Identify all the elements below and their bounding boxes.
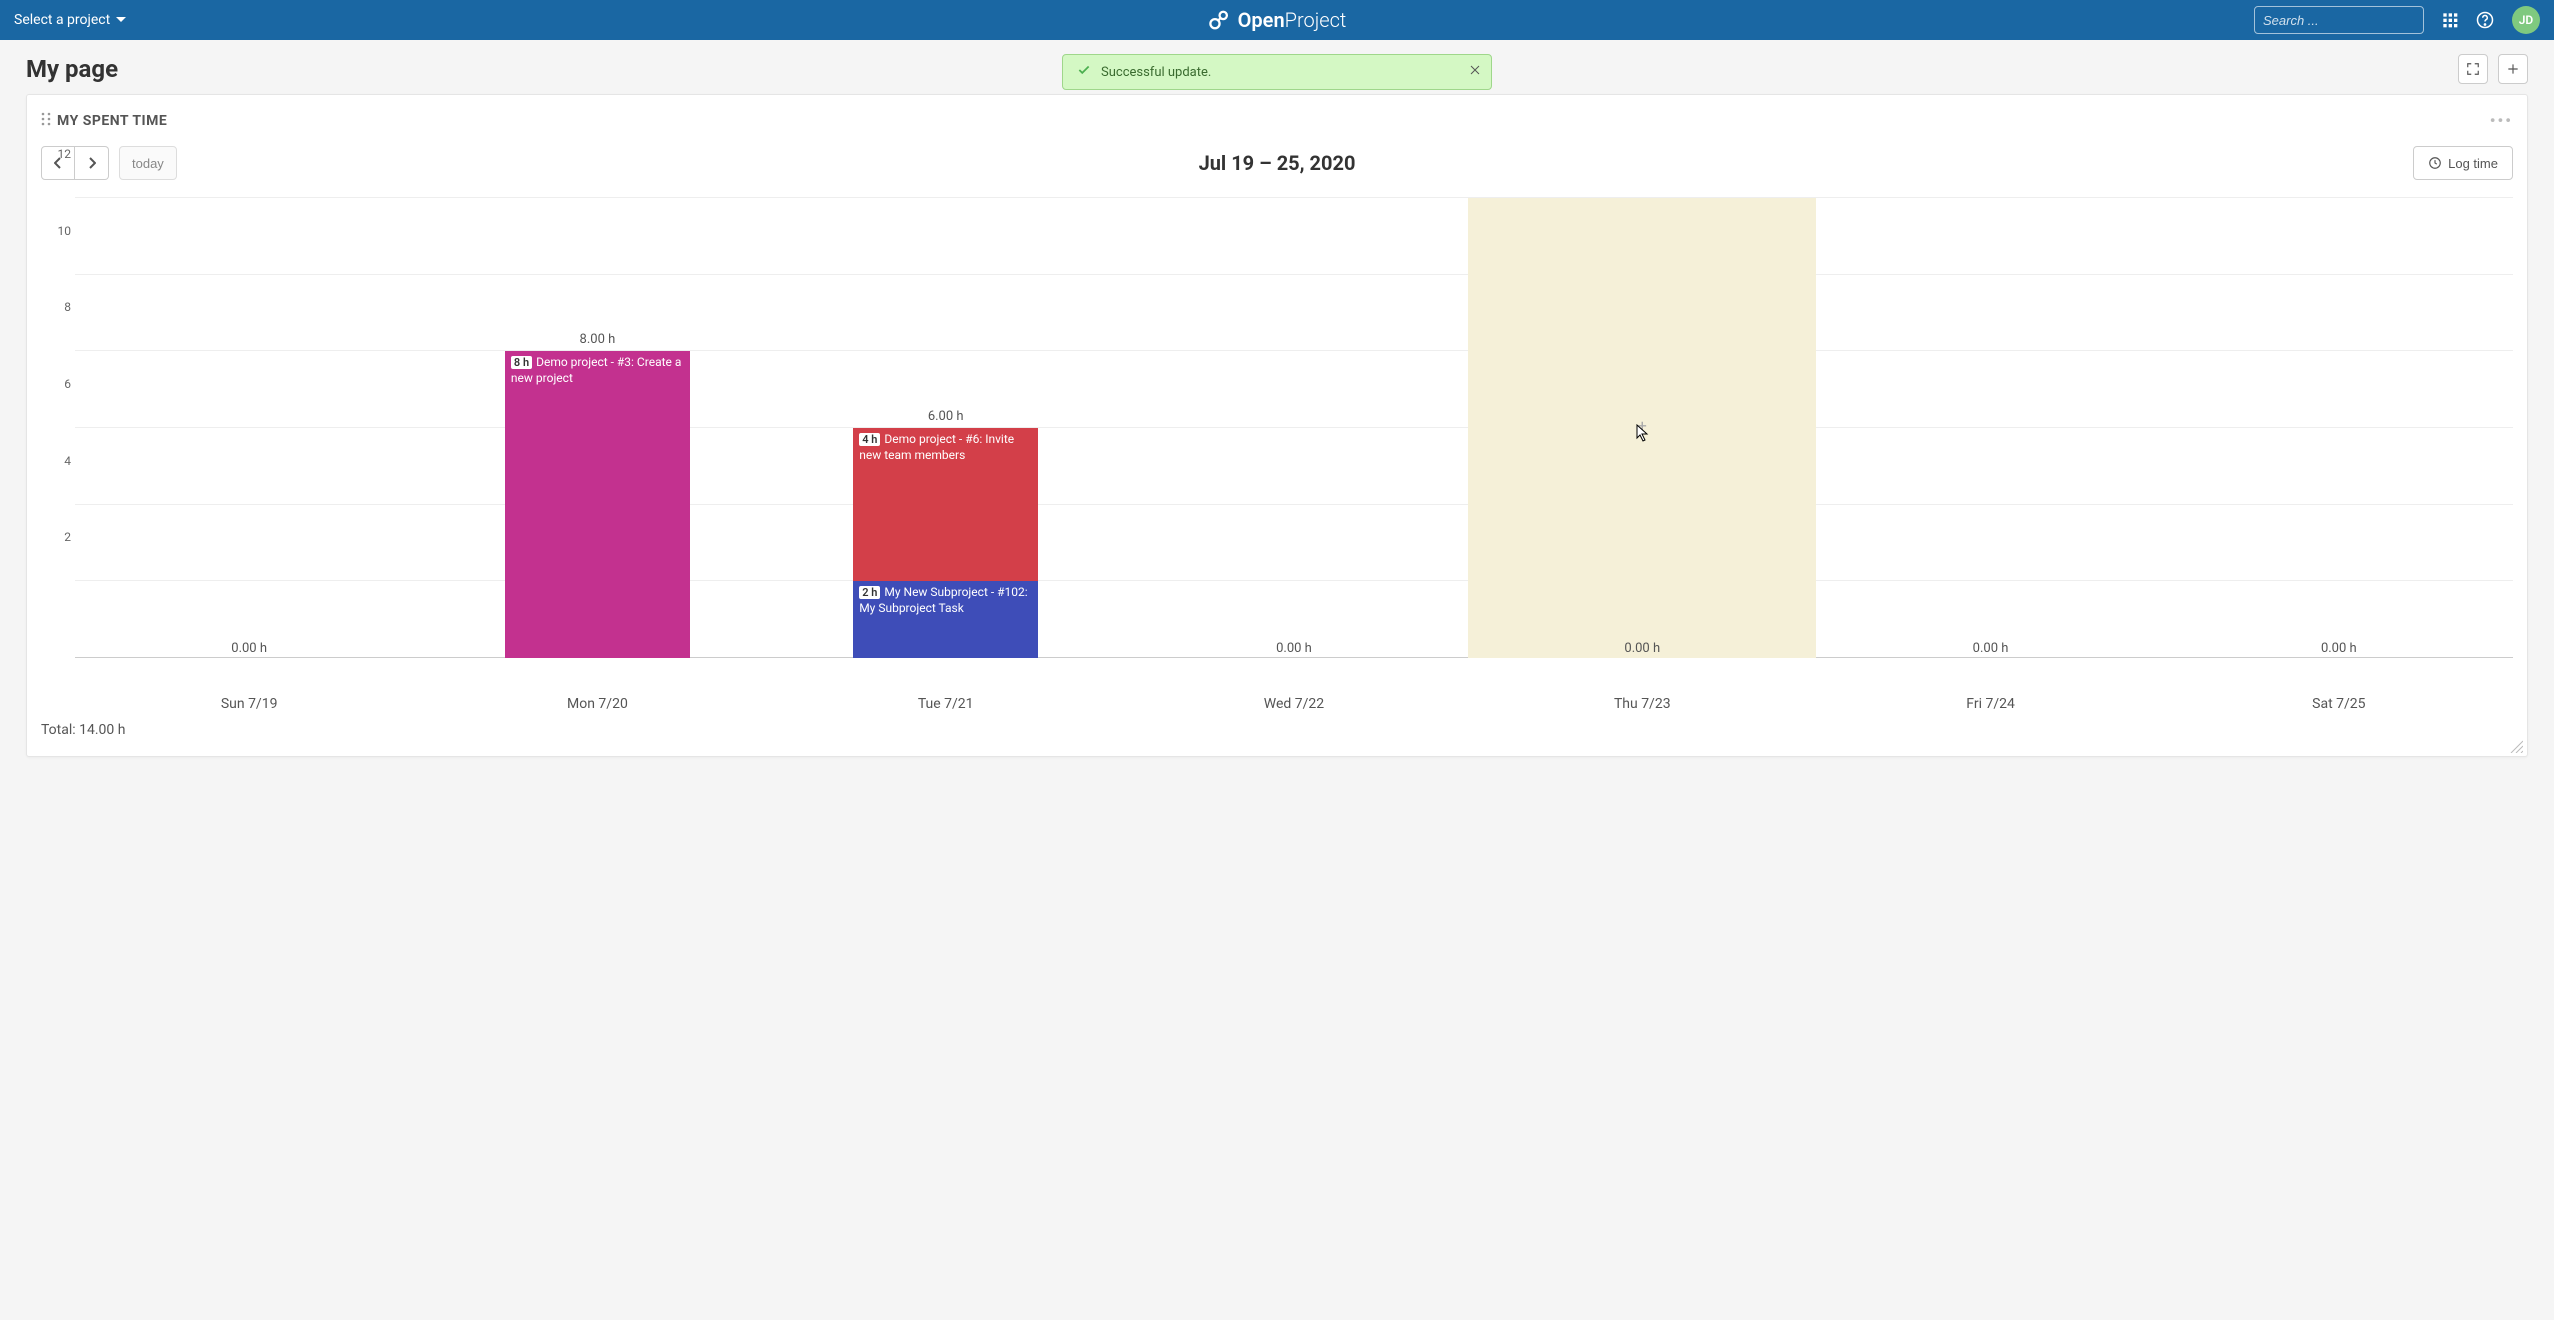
drag-handle-icon[interactable]	[41, 112, 51, 130]
bar-stack: 8 hDemo project - #3: Create a new proje…	[505, 351, 690, 658]
x-label: Sat 7/25	[2165, 696, 2513, 712]
day-total: 0.00 h	[2165, 641, 2513, 656]
y-tick: 10	[58, 224, 72, 238]
widget-title: MY SPENT TIME	[41, 112, 167, 130]
today-button[interactable]: today	[119, 146, 177, 180]
day-total: 6.00 h	[772, 409, 1120, 424]
page-header: My page Successful update.	[0, 40, 2554, 94]
close-icon[interactable]	[1469, 64, 1481, 80]
day-column[interactable]: 0.00 hWed 7/22	[1120, 198, 1468, 688]
day-column[interactable]: +0.00 hThu 7/23	[1468, 198, 1816, 688]
spent-time-chart: 246810120.00 hSun 7/198 hDemo project - …	[41, 198, 2513, 688]
bar-segment[interactable]: 8 hDemo project - #3: Create a new proje…	[505, 351, 690, 658]
day-column[interactable]: 0.00 hSun 7/19	[75, 198, 423, 688]
toast-success: Successful update.	[1062, 54, 1492, 90]
day-total: 0.00 h	[1468, 641, 1816, 656]
segment-hours: 8 h	[511, 356, 532, 369]
y-tick: 6	[64, 377, 71, 391]
y-tick: 12	[58, 147, 72, 161]
brand-icon	[1208, 9, 1230, 31]
y-tick: 2	[64, 530, 71, 544]
search-input[interactable]	[2263, 13, 2441, 28]
avatar-initials: JD	[2519, 13, 2534, 27]
log-time-button[interactable]: Log time	[2413, 146, 2513, 180]
day-column[interactable]: 8 hDemo project - #3: Create a new proje…	[423, 198, 771, 688]
widget-my-spent-time: MY SPENT TIME ••• today Jul 19 – 25, 202…	[26, 94, 2528, 757]
y-tick: 8	[64, 300, 71, 314]
fullscreen-button[interactable]	[2458, 54, 2488, 84]
project-select[interactable]: Select a project	[14, 12, 126, 28]
x-label: Sun 7/19	[75, 696, 423, 712]
bar-stack: 2 hMy New Subproject - #102: My Subproje…	[853, 428, 1038, 658]
segment-hours: 4 h	[859, 433, 880, 446]
brand[interactable]: OpenProject	[1208, 8, 1347, 32]
day-total: 8.00 h	[423, 332, 771, 347]
bar-segment[interactable]: 4 hDemo project - #6: Invite new team me…	[853, 428, 1038, 581]
chevron-down-icon	[116, 17, 126, 23]
avatar[interactable]: JD	[2512, 6, 2540, 34]
day-column[interactable]: 2 hMy New Subproject - #102: My Subproje…	[772, 198, 1120, 688]
bar-segment[interactable]: 2 hMy New Subproject - #102: My Subproje…	[853, 581, 1038, 658]
widget-more-icon[interactable]: •••	[2490, 111, 2513, 130]
help-icon[interactable]	[2476, 11, 2494, 29]
day-total: 0.00 h	[1816, 641, 2164, 656]
x-label: Tue 7/21	[772, 696, 1120, 712]
log-time-label: Log time	[2448, 156, 2498, 171]
day-column[interactable]: 0.00 hFri 7/24	[1816, 198, 2164, 688]
clock-icon	[2428, 156, 2442, 170]
date-range-label: Jul 19 – 25, 2020	[1199, 151, 1356, 175]
day-column[interactable]: 0.00 hSat 7/25	[2165, 198, 2513, 688]
widget-title-text: MY SPENT TIME	[57, 113, 167, 129]
apps-icon[interactable]	[2442, 12, 2458, 28]
segment-label: My New Subproject - #102: My Subproject …	[859, 585, 1027, 615]
check-icon	[1077, 63, 1091, 81]
search-input-wrap[interactable]	[2254, 6, 2424, 34]
segment-hours: 2 h	[859, 586, 880, 599]
day-total: 0.00 h	[75, 641, 423, 656]
brand-name: OpenProject	[1238, 8, 1347, 32]
total-label: Total: 14.00 h	[41, 722, 2513, 738]
segment-label: Demo project - #3: Create a new project	[511, 355, 681, 385]
project-select-label: Select a project	[14, 12, 110, 28]
next-week-button[interactable]	[75, 146, 109, 180]
x-label: Thu 7/23	[1468, 696, 1816, 712]
toast-message: Successful update.	[1101, 65, 1211, 80]
y-tick: 4	[64, 454, 71, 468]
x-label: Mon 7/20	[423, 696, 771, 712]
add-widget-button[interactable]	[2498, 54, 2528, 84]
page-title: My page	[26, 55, 118, 83]
resize-handle-icon[interactable]	[2509, 738, 2523, 752]
day-total: 0.00 h	[1120, 641, 1468, 656]
x-label: Fri 7/24	[1816, 696, 2164, 712]
segment-label: Demo project - #6: Invite new team membe…	[859, 432, 1014, 462]
x-label: Wed 7/22	[1120, 696, 1468, 712]
top-bar: Select a project OpenProject JD	[0, 0, 2554, 40]
